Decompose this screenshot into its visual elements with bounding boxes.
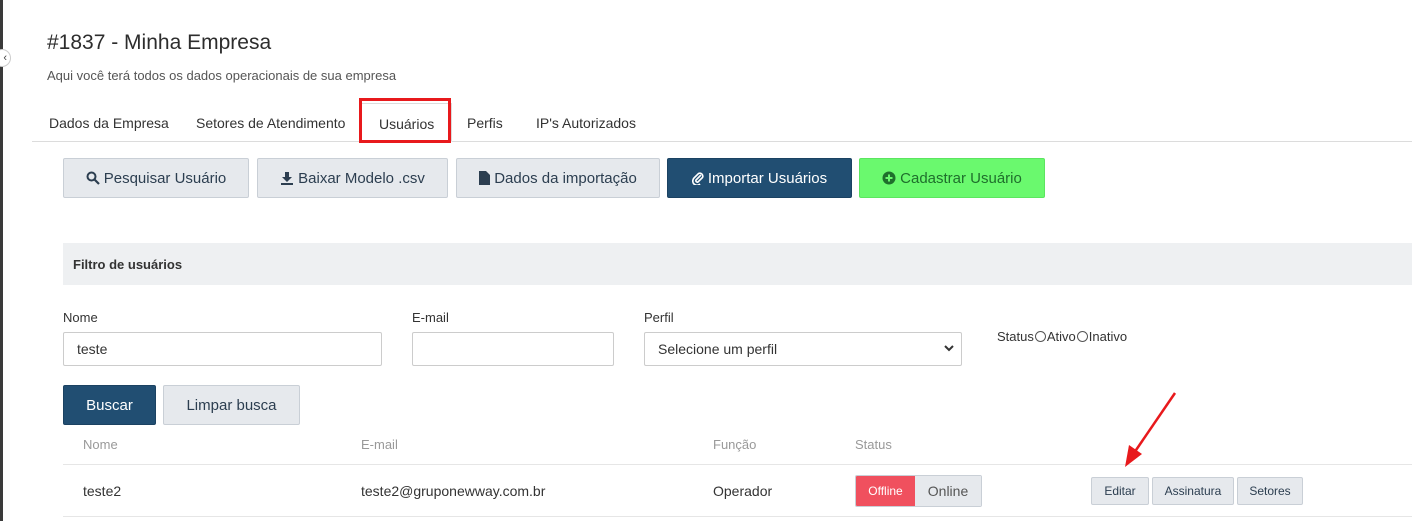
column-header-status: Status <box>855 437 892 452</box>
search-button[interactable]: Buscar <box>63 385 156 425</box>
tab-ips-autorizados[interactable]: IP's Autorizados <box>519 103 653 142</box>
status-ativo-label: Ativo <box>1046 329 1076 344</box>
clear-search-button[interactable]: Limpar busca <box>163 385 300 425</box>
status-label: Status <box>997 329 1034 344</box>
tab-perfis[interactable]: Perfis <box>450 103 520 142</box>
plus-circle-icon <box>882 171 896 185</box>
row-name-cell: teste2 <box>83 483 122 499</box>
column-header-email: E-mail <box>361 437 398 452</box>
name-input[interactable]: teste <box>63 332 382 366</box>
email-label: E-mail <box>412 310 449 325</box>
tab-dados-da-empresa[interactable]: Dados da Empresa <box>32 103 186 142</box>
row-role-cell: Operador <box>713 483 773 499</box>
profile-select[interactable]: Selecione um perfil <box>644 332 962 366</box>
filter-panel-header: Filtro de usuários <box>63 243 1412 285</box>
filter-title: Filtro de usuários <box>73 257 183 272</box>
profile-select-value: Selecione um perfil <box>658 341 778 357</box>
tab-bar: Dados da Empresa Setores de Atendimento … <box>32 103 1412 142</box>
status-ativo-radio[interactable] <box>1034 331 1046 342</box>
sectors-button[interactable]: Setores <box>1237 477 1303 505</box>
column-header-role: Função <box>713 437 757 452</box>
annotation-highlight-box <box>359 98 451 143</box>
row-email-cell: teste2@gruponewway.com.br <box>361 483 546 499</box>
search-user-label: Pesquisar Usuário <box>103 169 227 187</box>
search-user-button[interactable]: Pesquisar Usuário <box>63 158 249 198</box>
download-csv-label: Baixar Modelo .csv <box>298 169 425 187</box>
page-title: #1837 - Minha Empresa <box>47 31 272 54</box>
import-data-label: Dados da importação <box>494 169 637 187</box>
search-icon <box>86 171 100 185</box>
profile-label: Perfil <box>644 310 674 325</box>
annotation-arrow-icon <box>1125 392 1177 467</box>
register-user-button[interactable]: Cadastrar Usuário <box>859 158 1045 198</box>
collapse-sidebar-icon[interactable]: ‹ <box>0 49 11 67</box>
status-inativo-radio[interactable] <box>1076 331 1088 342</box>
edit-button[interactable]: Editar <box>1091 477 1149 505</box>
download-csv-button[interactable]: Baixar Modelo .csv <box>257 158 448 198</box>
status-offline-option[interactable]: Offline <box>856 476 915 506</box>
import-users-button[interactable]: Importar Usuários <box>667 158 852 198</box>
table-row-divider <box>63 516 1412 517</box>
table-divider <box>63 464 1412 465</box>
signature-button[interactable]: Assinatura <box>1152 477 1234 505</box>
email-input[interactable] <box>412 332 614 366</box>
tab-setores-de-atendimento[interactable]: Setores de Atendimento <box>179 103 362 142</box>
chevron-down-icon <box>944 345 954 352</box>
status-toggle[interactable]: Offline Online <box>855 475 982 507</box>
register-user-label: Cadastrar Usuário <box>900 169 1022 187</box>
status-filter: Status Ativo Inativo <box>997 329 1127 344</box>
file-icon <box>479 171 491 185</box>
column-header-name: Nome <box>83 437 118 452</box>
import-data-button[interactable]: Dados da importação <box>456 158 660 198</box>
status-online-option[interactable]: Online <box>915 476 981 506</box>
import-users-label: Importar Usuários <box>707 169 828 187</box>
download-icon <box>281 172 294 185</box>
page-subtitle: Aqui você terá todos os dados operaciona… <box>47 68 397 83</box>
paperclip-icon <box>691 172 704 185</box>
left-rail <box>0 0 3 521</box>
name-label: Nome <box>63 310 98 325</box>
status-inativo-label: Inativo <box>1088 329 1128 344</box>
